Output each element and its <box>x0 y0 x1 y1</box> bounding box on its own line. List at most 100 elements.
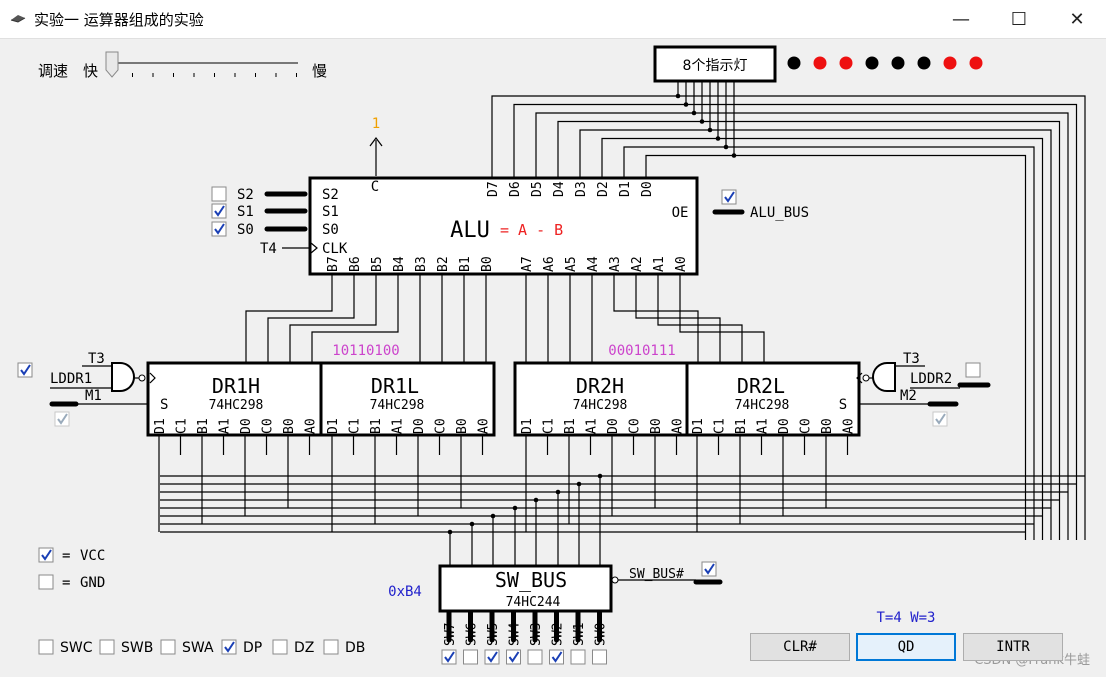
minimize-button[interactable]: — <box>932 0 990 38</box>
mode-swa-checkbox-box[interactable] <box>160 639 176 655</box>
sw-switch-checkbox[interactable] <box>549 649 564 665</box>
check-mark-icon <box>487 651 498 663</box>
reg-pin-label: D0 <box>777 418 792 434</box>
sw-switch-checkbox[interactable] <box>484 649 500 665</box>
alu-d-pin-label: D4 <box>552 181 567 197</box>
sw-switch-checkbox-box[interactable] <box>463 649 478 665</box>
alu-s2-checkbox-box[interactable] <box>211 186 227 202</box>
alu-d-pin-label: D3 <box>574 181 589 197</box>
reg-pin-label: D1 <box>153 418 168 434</box>
maximize-button[interactable]: ☐ <box>990 0 1048 38</box>
mode-swc-checkbox-box[interactable] <box>38 639 54 655</box>
m1-checkbox[interactable] <box>54 411 70 427</box>
lddr1-checkbox[interactable] <box>17 362 33 378</box>
dr1-value: 10110100 <box>332 343 399 359</box>
alu-s1-checkbox[interactable] <box>211 203 227 219</box>
sw-bus-enable-checkbox-box[interactable] <box>701 561 717 577</box>
sw-switch-checkbox-box[interactable] <box>592 649 607 665</box>
sw-switch-checkbox-box[interactable] <box>527 649 543 665</box>
gnd-checkbox-box[interactable] <box>38 574 54 590</box>
junction-dot <box>597 473 603 479</box>
alu-b-pin-label: B4 <box>392 256 407 272</box>
lddr1-checkbox-box[interactable] <box>17 362 33 378</box>
sw-pin-label: SW1 <box>572 623 587 646</box>
mode-db-checkbox[interactable] <box>323 639 339 655</box>
sw-switch-checkbox[interactable] <box>463 649 478 665</box>
alu-s1-label: S1 <box>322 204 339 220</box>
alu-s2-checkbox[interactable] <box>211 186 227 202</box>
dr2-t3-label: T3 <box>903 351 920 367</box>
mode-dz-checkbox[interactable] <box>272 639 288 655</box>
sw-switch-checkbox[interactable] <box>506 649 521 665</box>
sw-switch-checkbox[interactable] <box>570 649 586 665</box>
mode-swc-checkbox[interactable] <box>38 639 54 655</box>
gnd-checkbox[interactable] <box>38 574 54 590</box>
speed-slider-thumb[interactable] <box>105 51 119 78</box>
mode-swa-checkbox[interactable] <box>160 639 176 655</box>
sw-bus-box <box>438 564 613 613</box>
sw-pin-label: SW3 <box>529 623 544 646</box>
carry-arrow-icon <box>369 137 383 147</box>
vcc-checkbox-box[interactable] <box>38 547 54 563</box>
alu-expression: = A - B <box>500 221 563 239</box>
vcc-checkbox[interactable] <box>38 547 54 563</box>
alu-oe-checkbox[interactable] <box>721 189 737 205</box>
m2-checkbox[interactable] <box>932 411 948 427</box>
reg-pin-label: D0 <box>412 418 427 434</box>
check-mark-icon <box>704 563 715 575</box>
sw-bus-chip: 74HC244 <box>506 595 561 610</box>
mode-dz-checkbox-box[interactable] <box>272 639 288 655</box>
dr1h-name: DR1H <box>212 374 260 398</box>
junction-dot <box>699 119 705 124</box>
mode-swb-label: SWB <box>121 640 153 656</box>
sw-switch-checkbox-box[interactable] <box>549 649 564 665</box>
m2-checkbox-box[interactable] <box>932 411 948 427</box>
sw-switch-checkbox-box[interactable] <box>484 649 500 665</box>
sw-bus-enable-checkbox[interactable] <box>701 561 717 577</box>
alu-a-pin-label: A5 <box>564 256 579 272</box>
alu-s0-checkbox-box[interactable] <box>211 221 227 237</box>
mode-db-checkbox-box[interactable] <box>323 639 339 655</box>
lddr2-checkbox-box[interactable] <box>965 362 981 378</box>
reg-pin-label: B1 <box>196 418 211 434</box>
indicator-light <box>969 56 983 70</box>
dr1l-box <box>319 361 496 437</box>
alu-s1-checkbox-box[interactable] <box>211 203 227 219</box>
sw-bus-hex-value: 0xB4 <box>388 584 422 600</box>
sw-switch-checkbox-box[interactable] <box>441 649 457 665</box>
junction-dot <box>691 110 697 116</box>
intr-button[interactable]: INTR <box>963 633 1063 661</box>
mode-swb-checkbox[interactable] <box>99 639 115 655</box>
m1-checkbox-box[interactable] <box>54 411 70 427</box>
sw-switch-checkbox[interactable] <box>592 649 607 665</box>
dr1l-name: DR1L <box>371 374 419 398</box>
clr-button[interactable]: CLR# <box>750 633 850 661</box>
mode-dp-checkbox-box[interactable] <box>221 639 237 655</box>
junction-dot <box>555 489 561 495</box>
sw-switch-checkbox-box[interactable] <box>506 649 521 665</box>
check-mark-icon <box>41 549 52 561</box>
dr1h-box <box>146 361 323 437</box>
alu-a-pin-label: A1 <box>652 256 667 272</box>
alu-oe-checkbox-box[interactable] <box>721 189 737 205</box>
indicator-light <box>839 56 853 70</box>
qd-button[interactable]: QD <box>856 633 956 661</box>
alu-carry-value: 1 <box>372 116 380 132</box>
dr2h-box <box>513 361 689 437</box>
alu-s0-checkbox[interactable] <box>211 221 227 237</box>
alu-b-wire <box>245 274 333 363</box>
close-button[interactable]: ✕ <box>1048 0 1106 38</box>
sw-switch-checkbox-box[interactable] <box>570 649 586 665</box>
m2-label: M2 <box>900 388 917 404</box>
reg-pin-label: A1 <box>218 418 233 434</box>
reg-pin-label: B1 <box>734 418 749 434</box>
reg-pin-label: B1 <box>369 418 384 434</box>
sw-switch-checkbox[interactable] <box>441 649 457 665</box>
alu-d-bus-wire <box>579 129 1052 540</box>
sw-switch-checkbox[interactable] <box>527 649 543 665</box>
mode-dp-checkbox[interactable] <box>221 639 237 655</box>
lddr2-checkbox[interactable] <box>965 362 981 378</box>
sw-pin-label: SW2 <box>551 623 566 646</box>
mode-swb-checkbox-box[interactable] <box>99 639 115 655</box>
inverter-bubble-icon <box>611 576 619 584</box>
